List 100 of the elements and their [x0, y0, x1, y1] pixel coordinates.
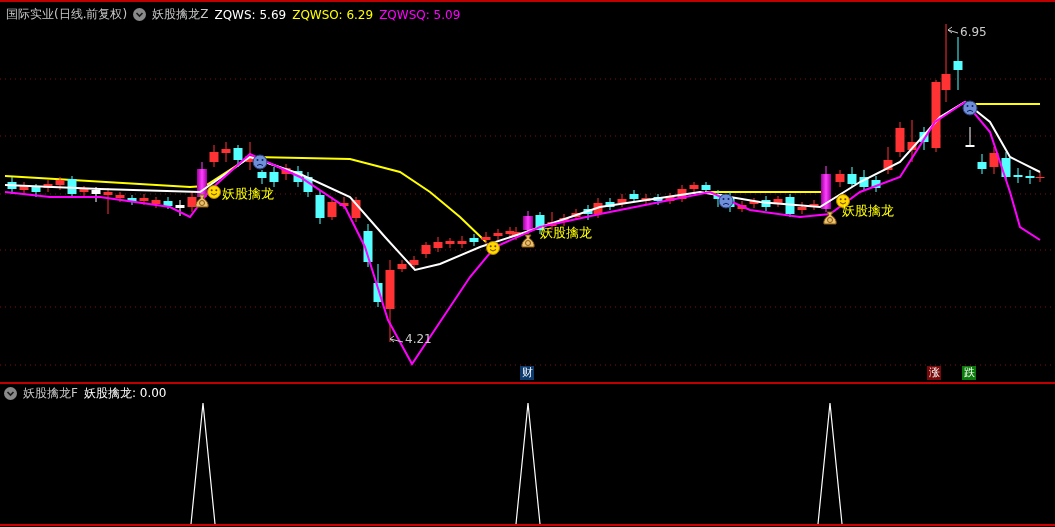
candlestick	[373, 263, 383, 308]
sad-face-icon	[718, 193, 734, 209]
candlestick	[737, 200, 747, 213]
candlestick	[19, 181, 29, 196]
candlestick	[31, 183, 41, 198]
candlestick	[919, 126, 929, 151]
candlestick	[303, 171, 313, 198]
candlestick	[421, 241, 431, 259]
candlestick	[1025, 169, 1035, 185]
candlestick	[835, 169, 845, 188]
candlestick	[269, 166, 279, 188]
candlestick	[409, 255, 419, 269]
candlestick	[653, 193, 663, 206]
candlestick	[315, 189, 325, 225]
leader-line	[947, 26, 959, 34]
candlestick	[761, 195, 771, 212]
leader-line	[389, 335, 404, 343]
candlestick	[281, 163, 291, 181]
signal-label: 妖股擒龙	[540, 225, 592, 240]
candlestick	[821, 165, 831, 213]
indicator-readout: 妖股擒龙: 0.00	[83, 385, 167, 402]
candlestick	[617, 193, 627, 208]
indicator-name: 妖股擒龙Z	[152, 6, 209, 23]
signal-label: 妖股擒龙	[842, 203, 894, 218]
money-bag-icon	[195, 194, 209, 208]
candlestick	[523, 210, 533, 235]
candlestick	[1001, 151, 1011, 181]
candlestick	[327, 196, 337, 221]
indicator-readout: ZQWS: 5.69	[214, 7, 287, 22]
candlestick	[559, 213, 569, 227]
candlestick	[953, 36, 963, 91]
candlestick	[163, 196, 173, 210]
candlestick	[571, 208, 581, 221]
candlestick	[583, 204, 593, 221]
candlestick	[859, 169, 869, 191]
candlestick	[701, 181, 711, 195]
indicator-name: 妖股擒龙F	[23, 385, 78, 402]
candlestick	[665, 192, 675, 205]
candlestick	[907, 119, 917, 163]
candlestick	[847, 166, 857, 188]
sad-face-icon	[962, 100, 978, 116]
candlestick	[785, 193, 795, 218]
event-marker[interactable]: 财	[520, 366, 534, 380]
candlestick	[233, 144, 243, 168]
candlestick	[977, 153, 987, 175]
candlestick	[67, 175, 77, 198]
candlestick	[151, 196, 161, 209]
candlestick	[1035, 171, 1045, 183]
smiley-face-icon	[207, 185, 221, 199]
sad-face-icon	[252, 154, 268, 170]
candlestick	[773, 195, 783, 208]
candlestick	[209, 144, 219, 168]
candlestick	[989, 146, 999, 175]
money-bag-icon	[823, 211, 837, 225]
candlestick	[511, 226, 521, 241]
candlestick	[457, 235, 467, 249]
candlestick	[43, 179, 53, 193]
candlestick	[351, 196, 361, 223]
candlestick	[257, 169, 267, 185]
candlestick	[797, 201, 807, 215]
collapse-icon[interactable]	[133, 8, 147, 21]
candlestick	[175, 199, 185, 217]
candlestick	[445, 237, 455, 249]
candlestick	[79, 185, 89, 199]
candlestick	[809, 199, 819, 211]
candlestick	[629, 189, 639, 203]
candlestick	[641, 193, 651, 206]
candlestick	[103, 187, 113, 215]
candlestick	[433, 236, 443, 253]
candlestick	[481, 231, 491, 245]
candlestick	[55, 176, 65, 191]
candlestick	[115, 191, 125, 203]
indicator-readout: ZQWSO: 6.29	[292, 7, 374, 22]
price-label: 6.95	[960, 25, 987, 39]
candlestick	[883, 146, 893, 175]
candlestick	[91, 186, 101, 203]
signal-label: 妖股擒龙	[222, 186, 274, 201]
candlestick	[7, 176, 17, 195]
money-bag-icon	[521, 234, 535, 248]
security-title: 国际实业(日线.前复权)	[6, 6, 128, 23]
candlestick	[593, 197, 603, 219]
candlestick	[749, 197, 759, 209]
candlestick	[397, 259, 407, 273]
candlestick	[871, 175, 881, 193]
candlestick	[127, 194, 137, 206]
candlestick	[293, 165, 303, 188]
candlestick	[221, 141, 231, 163]
candlestick	[363, 223, 373, 268]
candlestick	[469, 233, 479, 247]
candlestick	[605, 197, 615, 211]
candlestick	[677, 184, 687, 203]
event-marker[interactable]: 涨	[927, 366, 941, 380]
candlestick	[493, 228, 503, 241]
indicator-readout: ZQWSQ: 5.09	[379, 7, 461, 22]
candlestick	[139, 193, 149, 206]
candlestick	[965, 126, 975, 148]
candlestick	[689, 181, 699, 193]
collapse-icon[interactable]	[4, 387, 17, 400]
event-marker[interactable]: 跌	[962, 366, 976, 380]
candlestick	[1013, 167, 1023, 184]
